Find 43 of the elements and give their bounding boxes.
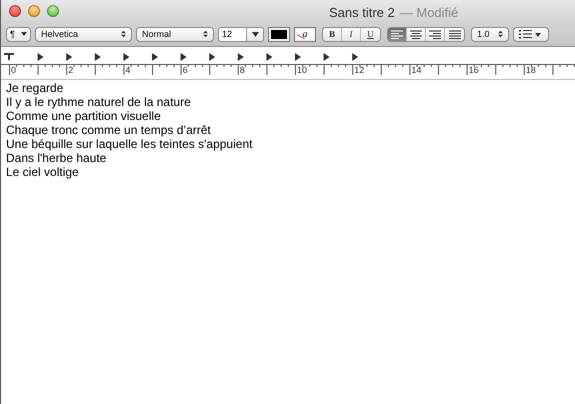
text-line: Dans l'herbe haute <box>6 151 108 165</box>
modified-status: — Modifié <box>400 5 458 20</box>
ruler-number: 18 <box>526 65 536 75</box>
alignment-button[interactable] <box>445 28 464 40</box>
stepper-arrows-icon <box>203 30 208 38</box>
ruler-number: 10 <box>297 65 308 75</box>
alignment-button[interactable] <box>407 28 426 40</box>
caret-icon <box>252 32 258 36</box>
ruler-number: 12 <box>354 65 364 75</box>
close-button[interactable] <box>9 5 21 17</box>
style-button[interactable]: B <box>323 28 342 40</box>
zoom-button[interactable] <box>47 5 59 17</box>
alignment-button[interactable] <box>388 28 407 40</box>
minimize-button[interactable] <box>28 5 40 17</box>
ruler-number: 8 <box>240 65 245 75</box>
ruler-number: 6 <box>182 65 188 75</box>
text-line: Une béquille sur laquelle les teintes s'appuient <box>6 137 254 151</box>
list-icon <box>519 29 543 39</box>
font-size-combo[interactable]: 12 <box>218 26 264 42</box>
typeface-popup[interactable]: Normal <box>136 26 214 42</box>
text-line: Chaque tronc comme un temps d’arrêt <box>6 123 212 137</box>
ruler-number: 14 <box>411 65 422 75</box>
caret-icon <box>21 32 27 36</box>
line-spacing-popup[interactable]: 1.0 <box>471 26 509 42</box>
list-popup[interactable] <box>513 26 549 42</box>
text-color-well[interactable] <box>268 26 290 42</box>
text-line: Comme une partition visuelle <box>6 109 162 123</box>
ruler-number: 0 <box>11 65 16 75</box>
ruler-number: 16 <box>468 65 479 75</box>
style-button[interactable]: U <box>361 28 380 40</box>
stepper-arrows-icon <box>498 30 503 38</box>
ruler-number: 2 <box>68 65 74 75</box>
font-popup[interactable]: Helvetica <box>35 26 132 42</box>
stepper-arrows-icon <box>121 30 126 38</box>
style-button[interactable]: I <box>342 28 361 40</box>
paragraph-style-button[interactable]: ¶ <box>6 26 31 42</box>
text-line: Le ciel voltige <box>6 165 80 179</box>
alignment-button[interactable] <box>426 28 445 40</box>
text-line: Je regarde <box>6 81 64 95</box>
ruler-number: 4 <box>125 65 130 75</box>
text-line: Il y a le rythme naturel de la nature <box>6 95 192 109</box>
window-title: Sans titre 2 <box>329 5 395 20</box>
highlight-color-well[interactable]: a <box>294 26 316 42</box>
